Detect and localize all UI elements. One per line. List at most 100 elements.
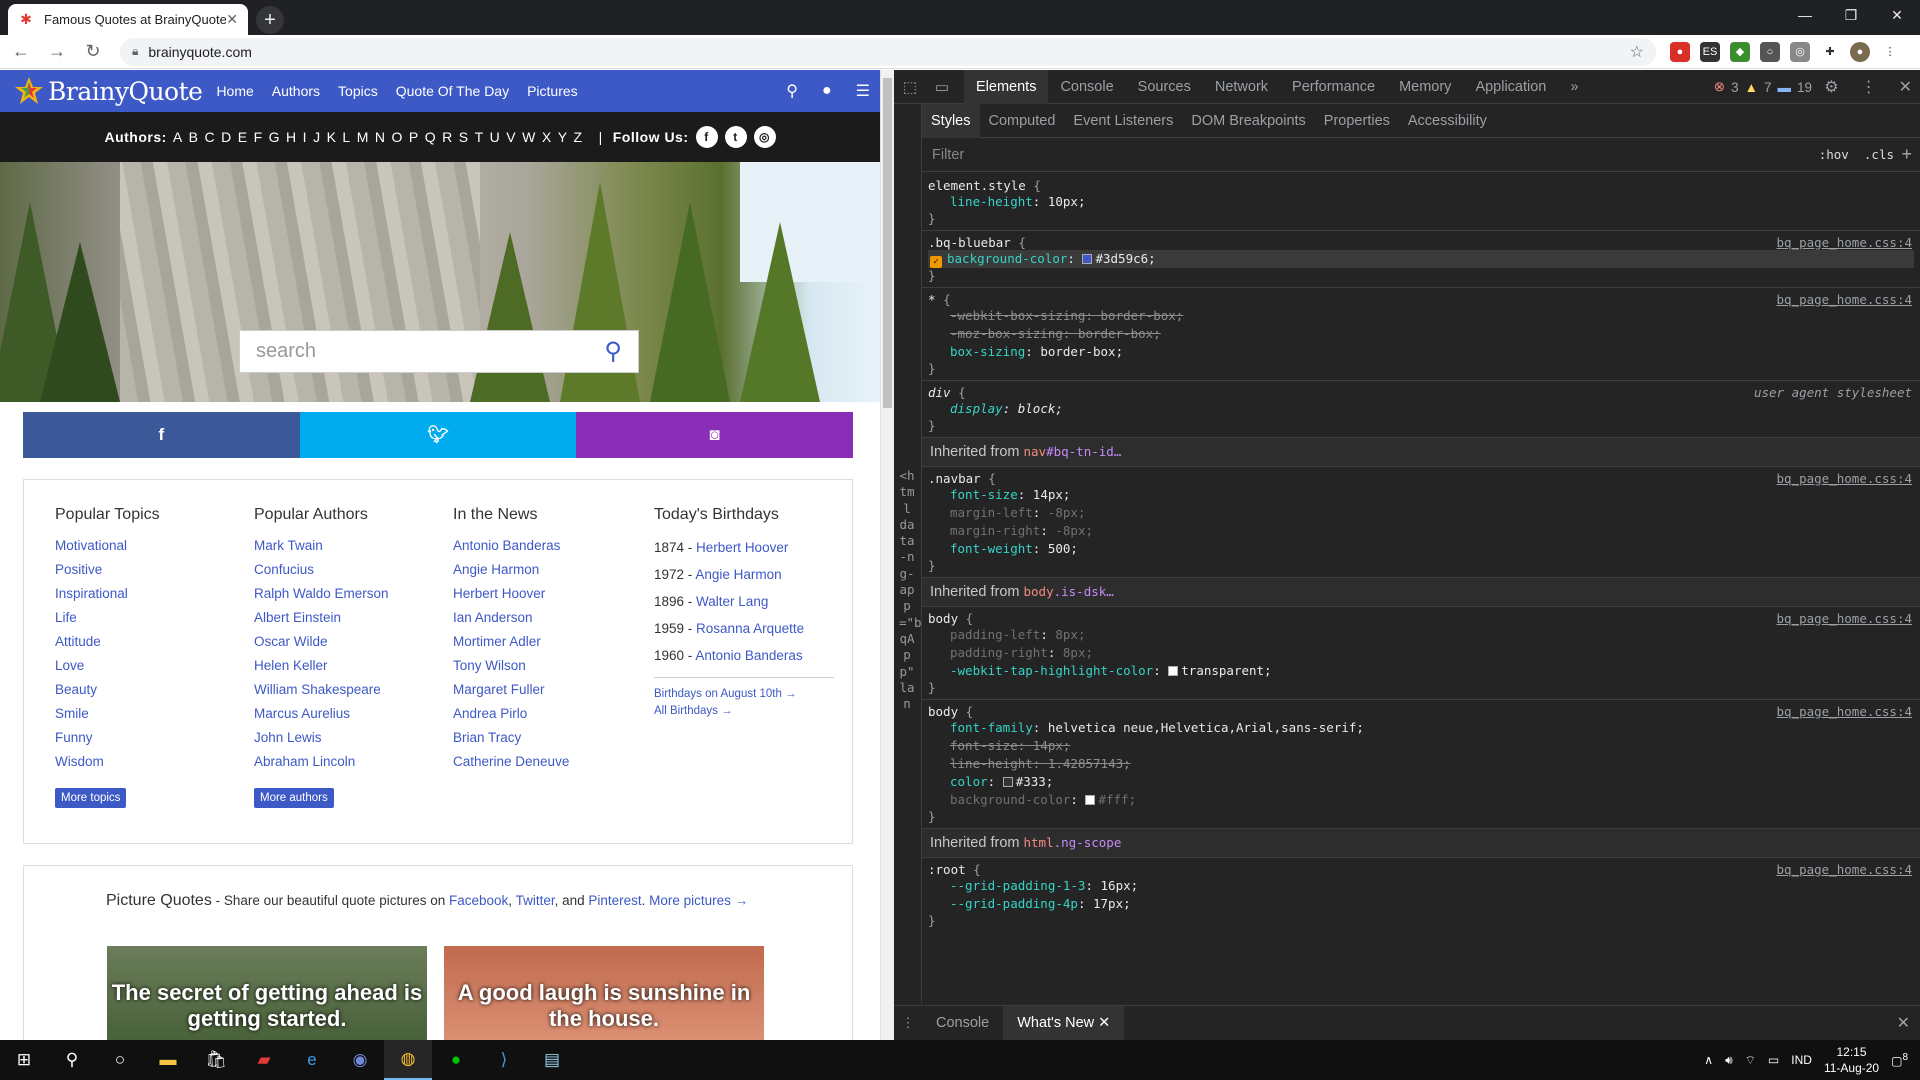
news-link[interactable]: Catherine Deneuve [453,750,569,774]
device-toolbar-icon[interactable]: ▭ [926,78,958,96]
css-rule[interactable]: user agent stylesheet div { display: blo… [922,381,1920,438]
forward-icon[interactable]: → [42,37,72,67]
settings-gear-icon[interactable]: ⚙ [1824,77,1838,97]
reload-icon[interactable]: ↻ [78,37,108,67]
search-icon[interactable]: ⚲ [48,1040,96,1080]
extension-circle-icon[interactable]: ○ [1760,41,1780,62]
letter-link[interactable]: C [205,129,216,145]
inspect-element-icon[interactable]: ⬚ [894,78,926,96]
line-icon[interactable]: ● [432,1040,480,1080]
letter-link[interactable]: D [221,129,232,145]
letter-link[interactable]: K [327,129,337,145]
profile-avatar-icon[interactable]: ● [1850,41,1870,62]
volume-icon[interactable]: 🔊︎ [1725,1053,1733,1068]
css-rule[interactable]: bq_page_home.css:4 body { padding-left: … [922,607,1920,700]
drawer-menu-icon[interactable]: ⋮ [894,1015,922,1031]
letter-link[interactable]: H [286,129,297,145]
extension-gray-icon[interactable]: ◎ [1790,41,1810,62]
css-rule[interactable]: element.style { line-height: 10px; } [922,174,1920,231]
close-drawer-tab-icon[interactable]: ✕ [1098,1015,1110,1031]
tab-elements[interactable]: Elements [964,69,1049,104]
close-devtools-icon[interactable]: ✕ [1899,77,1912,97]
twitter-link[interactable]: Twitter [516,893,555,908]
color-swatch[interactable] [1082,254,1093,264]
property-checkbox[interactable]: ✓ [930,256,942,268]
tab-memory[interactable]: Memory [1387,70,1463,104]
letter-link[interactable]: R [442,129,453,145]
letter-link[interactable]: B [189,129,199,145]
back-icon[interactable]: ← [6,37,36,67]
extension-es-icon[interactable]: ES [1700,41,1720,62]
cortana-icon[interactable]: ○ [96,1040,144,1080]
color-swatch[interactable] [1085,795,1096,805]
facebook-follow-icon[interactable]: f [695,126,718,148]
author-link[interactable]: Albert Einstein [254,606,389,630]
css-rule[interactable]: bq_page_home.css:4 :root { --grid-paddin… [922,858,1920,932]
css-source-link[interactable]: bq_page_home.css:4 [1777,471,1912,486]
letter-link[interactable]: T [475,129,484,145]
instagram-share-button[interactable]: ◙ [576,412,854,458]
author-link[interactable]: Abraham Lincoln [254,750,389,774]
chrome-icon[interactable]: ◍ [384,1040,432,1080]
subtab-accessibility[interactable]: Accessibility [1399,104,1496,138]
topic-link[interactable]: Smile [55,702,160,726]
extension-green-icon[interactable]: ◆ [1730,41,1750,62]
birthday-link[interactable]: Antonio Banderas [695,648,802,663]
author-link[interactable]: Oscar Wilde [254,630,389,654]
scrollbar-thumb[interactable] [883,78,892,408]
birthday-link[interactable]: Walter Lang [696,594,768,609]
tab-application[interactable]: Application [1463,70,1558,104]
css-source-link[interactable]: bq_page_home.css:4 [1777,611,1912,626]
twitter-share-button[interactable]: 🐦︎ [299,412,577,458]
clock[interactable]: 12:15 11-Aug-20 [1824,1044,1879,1076]
topic-link[interactable]: Inspirational [55,582,160,606]
restore-icon[interactable]: ❐ [1828,0,1874,30]
address-bar[interactable]: 🔒︎ brainyquote.com ☆ [120,37,1656,66]
news-link[interactable]: Mortimer Adler [453,630,569,654]
tab-sources[interactable]: Sources [1126,70,1203,104]
letter-link[interactable]: U [490,129,501,145]
topic-link[interactable]: Motivational [55,534,160,558]
letter-link[interactable]: G [269,129,280,145]
news-link[interactable]: Margaret Fuller [453,678,569,702]
nav-quote-of-the-day[interactable]: Quote Of The Day [396,83,509,99]
letter-link[interactable]: X [542,129,552,145]
lock-icon[interactable]: 🔒︎ [132,44,138,59]
drawer-tab-whats-new[interactable]: What's New ✕ [1003,1006,1125,1040]
hov-toggle[interactable]: :hov [1819,147,1849,162]
letter-link[interactable]: P [409,129,419,145]
author-link[interactable]: Confucius [254,558,389,582]
puzzle-icon[interactable]: ✚ [1820,41,1840,62]
tray-chevron-icon[interactable]: ∧ [1704,1053,1713,1067]
news-link[interactable]: Ian Anderson [453,606,569,630]
css-source-link[interactable]: bq_page_home.css:4 [1777,862,1912,877]
search-icon[interactable]: ⚲ [786,81,798,101]
subtab-dom-breakpoints[interactable]: DOM Breakpoints [1182,104,1314,138]
letter-link[interactable]: Y [558,129,568,145]
letter-link[interactable]: I [303,129,307,145]
subtab-properties[interactable]: Properties [1315,104,1399,138]
nav-topics[interactable]: Topics [338,83,378,99]
subtab-event-listeners[interactable]: Event Listeners [1064,104,1182,138]
drawer-tab-console[interactable]: Console [922,1006,1003,1040]
letter-link[interactable]: O [392,129,403,145]
birthday-link[interactable]: Rosanna Arquette [696,621,804,636]
cls-toggle[interactable]: .cls [1864,147,1894,162]
letter-link[interactable]: A [173,129,183,145]
vscode-icon[interactable]: ⟩ [480,1040,528,1080]
facebook-share-button[interactable]: f [23,412,300,458]
user-icon[interactable]: ● [822,82,832,100]
css-rule[interactable]: bq_page_home.css:4 body { font-family: h… [922,700,1920,829]
css-source-link[interactable]: bq_page_home.css:4 [1777,235,1912,250]
topic-link[interactable]: Love [55,654,160,678]
game-icon[interactable]: ▰ [240,1040,288,1080]
css-source-link[interactable]: bq_page_home.css:4 [1777,292,1912,307]
css-rule[interactable]: bq_page_home.css:4 * { -webkit-box-sizin… [922,288,1920,381]
devtools-menu-icon[interactable]: ⋮ [1861,77,1877,97]
search-input[interactable] [256,340,605,363]
news-link[interactable]: Brian Tracy [453,726,569,750]
author-link[interactable]: John Lewis [254,726,389,750]
author-link[interactable]: William Shakespeare [254,678,389,702]
news-link[interactable]: Andrea Pirlo [453,702,569,726]
tab-performance[interactable]: Performance [1280,70,1387,104]
